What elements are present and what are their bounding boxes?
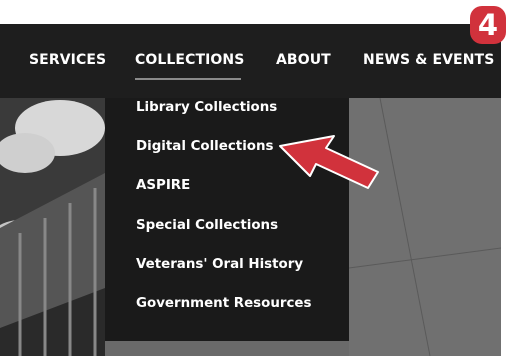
nav-item-collections[interactable]: COLLECTIONS	[135, 52, 244, 68]
dropdown-item-veterans-oral-history[interactable]: Veterans' Oral History	[136, 257, 303, 272]
nav-item-news-events[interactable]: NEWS & EVENTS	[363, 52, 494, 68]
nav-item-services[interactable]: SERVICES	[29, 52, 106, 68]
dropdown-item-aspire[interactable]: ASPIRE	[136, 178, 190, 193]
dropdown-item-special-collections[interactable]: Special Collections	[136, 218, 278, 233]
step-number-badge: 4	[470, 6, 506, 44]
dropdown-item-digital-collections[interactable]: Digital Collections	[136, 139, 274, 154]
active-nav-underline	[135, 78, 241, 80]
main-navigation-bar: SERVICES COLLECTIONS ABOUT NEWS & EVENTS	[0, 24, 501, 98]
dropdown-item-library-collections[interactable]: Library Collections	[136, 100, 277, 115]
dropdown-item-government-resources[interactable]: Government Resources	[136, 296, 311, 311]
nav-item-about[interactable]: ABOUT	[276, 52, 331, 68]
annotation-arrow-icon	[279, 135, 379, 189]
